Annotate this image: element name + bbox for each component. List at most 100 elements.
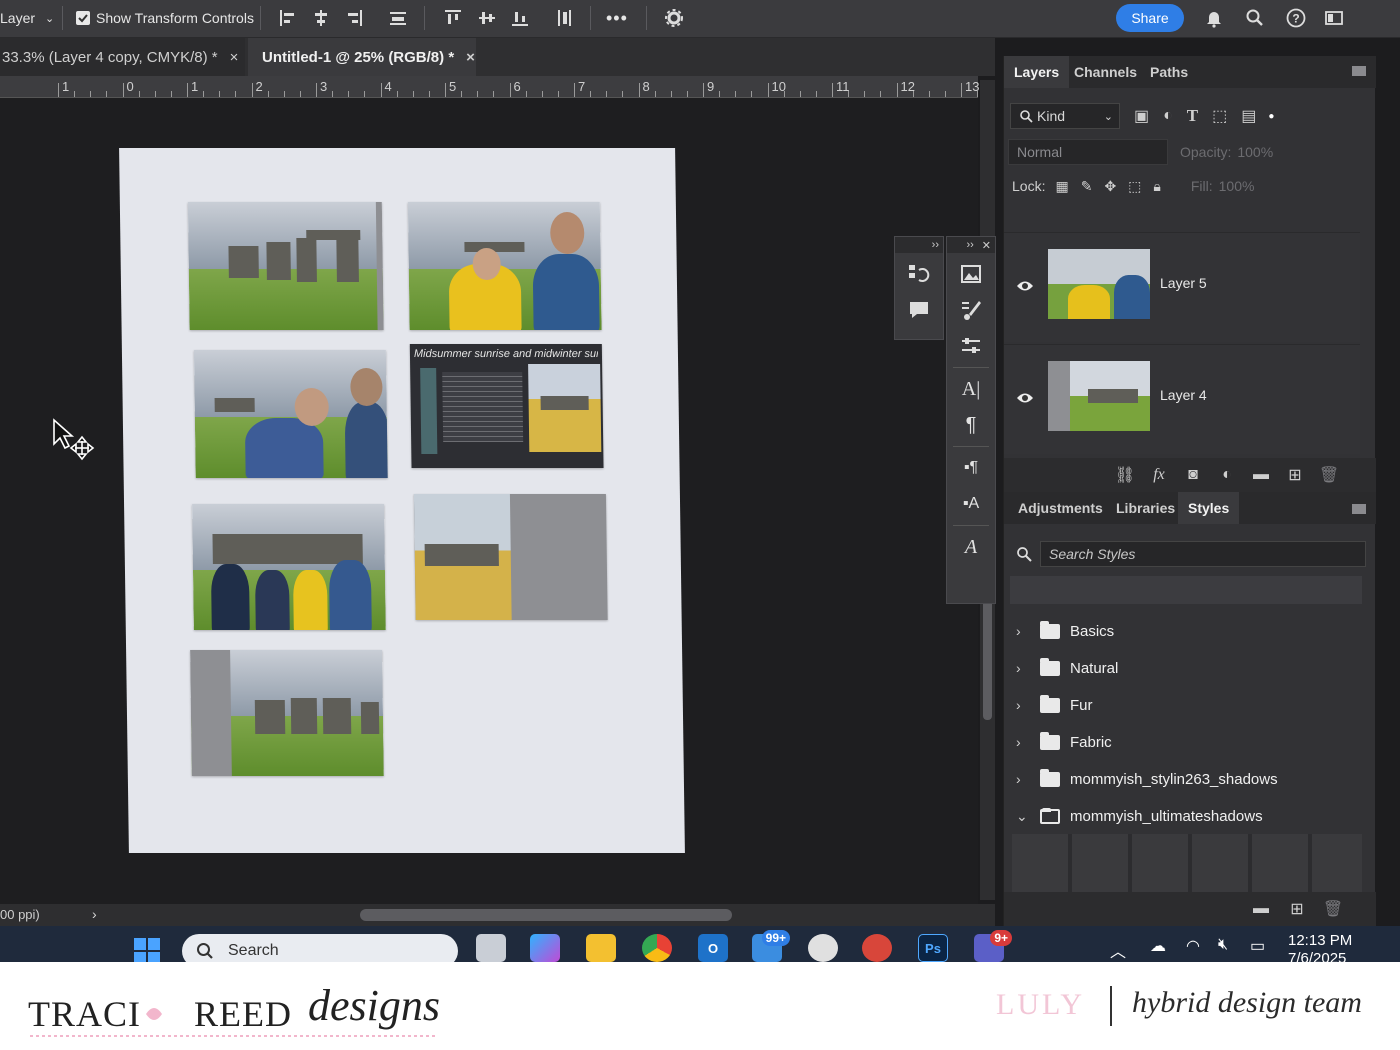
layer-row[interactable]: Layer 5 (1004, 232, 1360, 342)
chevron-right-icon[interactable]: › (1016, 697, 1034, 713)
close-icon[interactable]: × (230, 49, 239, 66)
trash-icon[interactable]: 🗑︎ (1318, 464, 1340, 486)
tab-libraries[interactable]: Libraries (1106, 492, 1185, 524)
folder-icon[interactable]: ▬ (1250, 464, 1272, 486)
teams-icon[interactable]: 9+ (974, 930, 1012, 962)
document-page[interactable]: Midsummer sunrise and midwinter suns (119, 148, 685, 853)
style-folder[interactable]: › mommyish_stylin263_shadows (1004, 762, 1360, 796)
close-icon[interactable]: × (466, 49, 475, 66)
panel-menu-icon[interactable] (1352, 504, 1366, 514)
character-icon[interactable]: A| (956, 374, 986, 404)
collapse-icon[interactable]: ›› (932, 239, 939, 251)
scroll-thumb[interactable] (983, 600, 992, 720)
photoshop-icon[interactable]: Ps (918, 934, 948, 962)
outlook-icon[interactable]: O (698, 934, 728, 962)
paragraph-icon[interactable]: ¶ (956, 410, 986, 440)
filter-toggle-icon[interactable]: ● (1268, 111, 1274, 122)
distribute-horizontal-icon[interactable] (388, 8, 408, 28)
distribute-vertical-icon[interactable] (554, 8, 574, 28)
volume-muted-icon[interactable]: 🔇︎ (1218, 936, 1228, 954)
copilot-icon[interactable] (530, 934, 560, 962)
chevron-right-icon[interactable]: › (1016, 771, 1034, 787)
comment-icon[interactable] (904, 295, 934, 325)
eye-icon[interactable] (1016, 391, 1034, 405)
mask-icon[interactable]: ◙ (1182, 464, 1204, 486)
trash-icon[interactable]: 🗑︎ (1322, 898, 1344, 920)
photo-stonehenge-wide[interactable] (190, 650, 384, 776)
tab-channels[interactable]: Channels (1064, 56, 1147, 88)
lock-pixels-icon[interactable]: ✎ (1081, 178, 1093, 195)
tab-adjustments[interactable]: Adjustments (1008, 492, 1113, 524)
task-view-icon[interactable] (476, 934, 506, 962)
chevron-right-icon[interactable]: › (1016, 660, 1034, 676)
history-icon[interactable] (904, 259, 934, 289)
gear-icon[interactable] (664, 8, 684, 28)
align-bottom-edges-icon[interactable] (510, 8, 530, 28)
battery-icon[interactable]: ▭ (1250, 936, 1265, 956)
horizontal-scrollbar[interactable] (360, 909, 732, 921)
show-transform-controls-checkbox[interactable]: Show Transform Controls (76, 0, 254, 36)
adjustment-filter-icon[interactable]: ◐ (1163, 107, 1173, 125)
layer-name[interactable]: Layer 5 (1160, 275, 1207, 291)
align-horizontal-centers-icon[interactable] (311, 8, 331, 28)
search-icon[interactable] (1245, 8, 1265, 28)
chevron-right-icon[interactable]: › (1016, 734, 1034, 750)
layer-select-dropdown[interactable]: Layer ⌄ (0, 0, 54, 36)
link-layers-icon[interactable]: ⛓︎ (1114, 464, 1136, 486)
adjustment-layer-icon[interactable]: ◐ (1216, 464, 1238, 486)
panel-header[interactable]: ›› (895, 237, 943, 253)
folder-icon[interactable]: ▬ (1250, 898, 1272, 920)
tab-styles[interactable]: Styles (1178, 492, 1240, 524)
photo-group-selfie[interactable] (193, 350, 388, 478)
photo-stonehenge[interactable] (187, 202, 384, 330)
brush-settings-icon[interactable] (956, 295, 986, 325)
chevron-right-icon[interactable]: › (1016, 623, 1034, 639)
wifi-icon[interactable]: ◠ (1186, 936, 1200, 956)
adjustments-sliders-icon[interactable] (956, 331, 986, 361)
align-vertical-centers-icon[interactable] (477, 8, 497, 28)
lock-all-icon[interactable]: 🔒︎ (1153, 178, 1160, 195)
panel-header[interactable]: ›› ✕ (947, 237, 995, 253)
lock-artboard-icon[interactable]: ⬚ (1128, 178, 1141, 195)
new-layer-icon[interactable]: ⊞ (1284, 464, 1306, 486)
bell-icon[interactable] (1204, 8, 1224, 28)
layer-row[interactable]: Layer 4 (1004, 344, 1360, 454)
chrome-icon[interactable] (642, 934, 672, 962)
style-folder[interactable]: › Natural (1004, 651, 1360, 685)
app-icon[interactable] (862, 934, 892, 962)
file-explorer-icon[interactable] (586, 934, 616, 962)
document-tab-active[interactable]: Untitled-1 @ 25% (RGB/8) * × (248, 38, 476, 76)
style-folder[interactable]: › Fur (1004, 688, 1360, 722)
photo-stones-cropped[interactable] (413, 494, 608, 620)
style-folder[interactable]: › Basics (1004, 614, 1360, 648)
align-left-edges-icon[interactable] (278, 8, 298, 28)
tab-layers[interactable]: Layers (1004, 56, 1070, 88)
image-filter-icon[interactable]: ▣ (1134, 106, 1149, 126)
panel-menu-icon[interactable] (1352, 66, 1366, 76)
photo-couple-selfie[interactable] (407, 202, 602, 330)
layer-name[interactable]: Layer 4 (1160, 387, 1207, 403)
share-button[interactable]: Share (1116, 4, 1184, 32)
blend-mode-select[interactable]: Normal (1008, 139, 1168, 165)
align-right-edges-icon[interactable] (344, 8, 364, 28)
chevron-up-icon[interactable]: ︿ (1110, 938, 1126, 962)
close-icon[interactable]: ✕ (982, 239, 991, 252)
image-icon[interactable] (956, 259, 986, 289)
styles-search-input[interactable]: Search Styles (1040, 541, 1366, 567)
workspace-icon[interactable] (1324, 8, 1344, 28)
status-menu-icon[interactable]: › (92, 906, 97, 922)
lock-transparency-icon[interactable]: ▦ (1055, 178, 1068, 195)
shape-filter-icon[interactable]: ⬚ (1212, 106, 1227, 126)
layer-kind-filter[interactable]: Kind ⌄ (1010, 103, 1120, 129)
canvas-area[interactable]: Midsummer sunrise and midwinter suns (0, 98, 978, 904)
style-folder[interactable]: › Fabric (1004, 725, 1360, 759)
fx-icon[interactable]: fx (1148, 464, 1170, 486)
style-folder[interactable]: ⌄ mommyish_ultimateshadows (1004, 799, 1360, 833)
camera-app-icon[interactable] (808, 934, 838, 962)
cloud-icon[interactable]: ☁︎ (1150, 936, 1166, 956)
photo-info-sign[interactable]: Midsummer sunrise and midwinter suns (409, 344, 604, 468)
mail-icon[interactable]: 99+ (752, 930, 790, 962)
opacity-value[interactable]: 100% (1237, 144, 1273, 160)
align-top-edges-icon[interactable] (443, 8, 463, 28)
collapse-icon[interactable]: ›› (966, 239, 973, 251)
